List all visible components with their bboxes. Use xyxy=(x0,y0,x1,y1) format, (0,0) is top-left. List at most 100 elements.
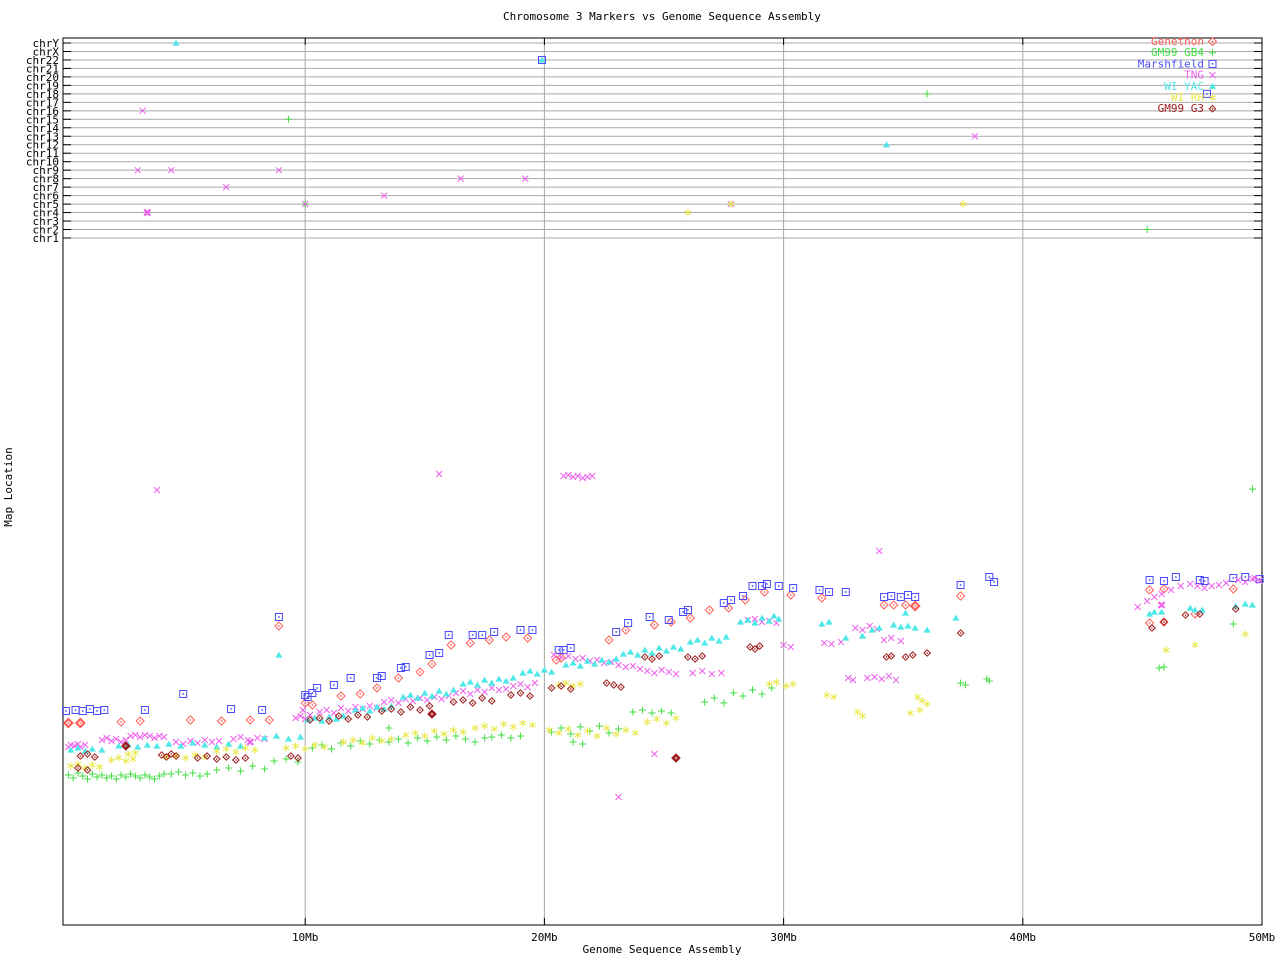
data-point xyxy=(1202,585,1208,591)
data-point xyxy=(623,664,629,670)
data-point xyxy=(510,683,516,689)
data-point xyxy=(705,606,713,614)
data-point xyxy=(134,744,141,750)
data-point xyxy=(526,668,533,674)
data-point xyxy=(620,651,627,657)
legend: GenethonGM99 GB4MarshfieldTNGWI YACWI RH… xyxy=(1138,35,1217,115)
data-point xyxy=(79,708,86,715)
data-point xyxy=(173,739,179,745)
data-point xyxy=(182,772,189,779)
data-point xyxy=(443,691,450,697)
data-point xyxy=(338,705,344,711)
data-point xyxy=(76,719,84,727)
data-point xyxy=(907,709,914,717)
data-point xyxy=(1168,587,1174,593)
data-point xyxy=(718,670,724,676)
data-point xyxy=(886,673,892,679)
data-point xyxy=(646,614,653,621)
data-point xyxy=(787,591,795,599)
data-point xyxy=(481,677,488,683)
data-point xyxy=(123,757,130,765)
data-point xyxy=(725,604,733,612)
data-point xyxy=(1144,598,1150,604)
chromosome-rows-layer: chrYchrXchr22chr21chr20chr19chr18chr17ch… xyxy=(26,37,1262,245)
data-point xyxy=(265,716,273,724)
data-point xyxy=(246,716,254,724)
data-point xyxy=(302,745,309,753)
data-point xyxy=(402,731,409,739)
legend-marker-icon xyxy=(1209,49,1216,56)
data-point xyxy=(180,691,187,698)
data-point xyxy=(447,641,455,649)
data-point xyxy=(616,794,622,800)
data-point xyxy=(436,688,443,694)
data-point xyxy=(773,678,780,686)
data-point xyxy=(275,622,283,630)
data-point xyxy=(496,687,502,693)
data-point xyxy=(326,714,333,720)
series-marshfield xyxy=(63,574,1264,715)
chromosome-marker-chart: Chromosome 3 Markers vs Genome Sequence … xyxy=(0,0,1280,960)
data-point xyxy=(237,768,244,775)
data-point xyxy=(117,718,125,726)
data-point xyxy=(474,682,481,688)
data-point xyxy=(541,667,548,673)
data-point xyxy=(407,704,413,710)
data-point xyxy=(466,639,474,647)
legend-marker-icon xyxy=(1209,38,1217,46)
data-point xyxy=(94,708,101,715)
data-point xyxy=(637,666,643,672)
data-point xyxy=(562,662,569,668)
data-point xyxy=(904,592,911,599)
data-point xyxy=(503,686,509,692)
data-point xyxy=(1216,582,1222,588)
data-point xyxy=(720,600,727,607)
data-point xyxy=(709,671,715,677)
data-point xyxy=(1242,601,1249,607)
data-point xyxy=(1209,583,1215,589)
data-point xyxy=(261,735,268,741)
data-point xyxy=(1151,609,1158,615)
data-point xyxy=(551,652,557,658)
data-point xyxy=(259,707,266,714)
data-point xyxy=(445,632,452,639)
data-point xyxy=(507,735,514,742)
data-point xyxy=(96,763,103,771)
data-point xyxy=(680,609,687,616)
data-point xyxy=(879,676,885,682)
data-point xyxy=(113,776,120,783)
data-point xyxy=(711,695,718,702)
data-point xyxy=(632,729,639,737)
data-point xyxy=(649,656,655,662)
data-point xyxy=(196,773,203,780)
x-tick-label: 20Mb xyxy=(531,931,558,944)
series-gm99-g3 xyxy=(75,606,1239,773)
data-point xyxy=(589,473,595,479)
data-point xyxy=(737,619,744,625)
data-point xyxy=(890,601,898,609)
data-point xyxy=(64,719,72,727)
data-point xyxy=(565,653,571,659)
data-point xyxy=(708,635,715,641)
data-point xyxy=(189,770,196,777)
data-point xyxy=(469,632,476,639)
data-point xyxy=(186,716,194,724)
data-point xyxy=(770,613,777,619)
data-point xyxy=(651,670,657,676)
data-point xyxy=(297,734,304,740)
data-point xyxy=(1144,226,1151,233)
data-point xyxy=(852,625,858,631)
y-axis-title: Map Location xyxy=(2,447,15,526)
data-point xyxy=(1187,605,1194,611)
data-point xyxy=(904,623,911,629)
data-point xyxy=(324,707,330,713)
data-point xyxy=(479,632,486,639)
data-point xyxy=(910,652,916,658)
data-point xyxy=(517,681,523,687)
gridlines-layer xyxy=(305,38,1023,925)
data-point xyxy=(577,680,584,688)
data-point xyxy=(364,714,370,720)
data-point xyxy=(144,742,151,748)
data-point xyxy=(481,735,488,742)
data-point xyxy=(902,654,908,660)
